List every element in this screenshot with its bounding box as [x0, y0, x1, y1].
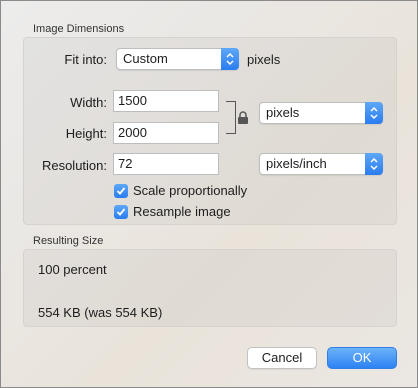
- fit-into-unit-label: pixels: [247, 52, 281, 67]
- resample-image-label: Resample image: [133, 204, 231, 219]
- fit-into-value: Custom: [123, 51, 168, 66]
- checkmark-icon: [114, 183, 128, 198]
- resolution-unit-popup[interactable]: pixels/inch: [259, 153, 383, 175]
- resolution-label: Resolution:: [41, 158, 107, 173]
- width-label: Width:: [70, 95, 107, 110]
- chevron-up-down-icon: [365, 153, 383, 175]
- checkmark-icon: [114, 204, 128, 219]
- chevron-up-down-icon: [365, 102, 383, 124]
- scale-proportionally-label: Scale proportionally: [133, 183, 248, 198]
- image-dimensions-title: Image Dimensions: [33, 23, 125, 35]
- height-field[interactable]: 2000: [113, 122, 219, 144]
- size-unit-value: pixels: [266, 105, 300, 120]
- scale-proportionally-checkbox[interactable]: Scale proportionally: [114, 183, 247, 198]
- fit-into-popup[interactable]: Custom: [116, 48, 239, 70]
- size-unit-popup[interactable]: pixels: [259, 102, 383, 124]
- resolution-field[interactable]: 72: [113, 153, 219, 175]
- height-label: Height:: [65, 126, 107, 141]
- result-file-size: 554 KB (was 554 KB): [38, 305, 163, 320]
- chevron-up-down-icon: [221, 48, 239, 70]
- lock-icon[interactable]: [237, 111, 249, 125]
- result-percent: 100 percent: [38, 262, 107, 277]
- fit-into-label: Fit into:: [64, 52, 107, 67]
- cancel-button[interactable]: Cancel: [247, 347, 317, 369]
- width-field[interactable]: 1500: [113, 90, 219, 112]
- proportion-link-bracket: [226, 101, 236, 134]
- resolution-unit-value: pixels/inch: [266, 156, 327, 171]
- ok-button[interactable]: OK: [327, 347, 397, 369]
- adjust-size-dialog: Image Dimensions Fit into: Custom pixels…: [0, 0, 418, 388]
- resulting-size-title: Resulting Size: [33, 235, 104, 247]
- resample-image-checkbox[interactable]: Resample image: [114, 204, 231, 219]
